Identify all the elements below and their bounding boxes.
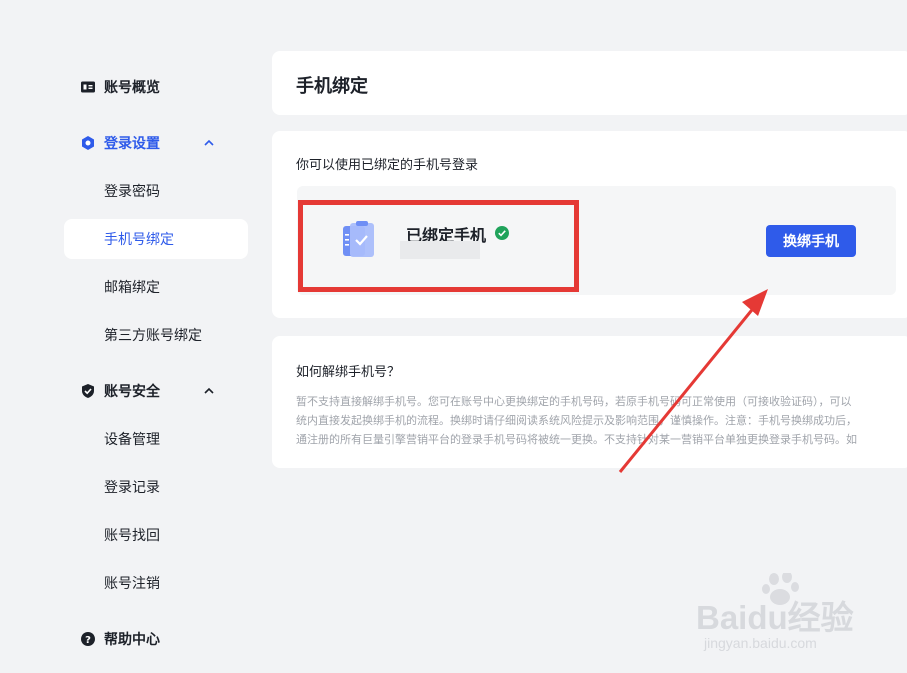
watermark-brand: Baidu经验 xyxy=(696,599,854,636)
baidu-jingyan-watermark: Baidu经验 jingyan.baidu.com xyxy=(694,573,864,663)
watermark-url: jingyan.baidu.com xyxy=(704,635,817,651)
